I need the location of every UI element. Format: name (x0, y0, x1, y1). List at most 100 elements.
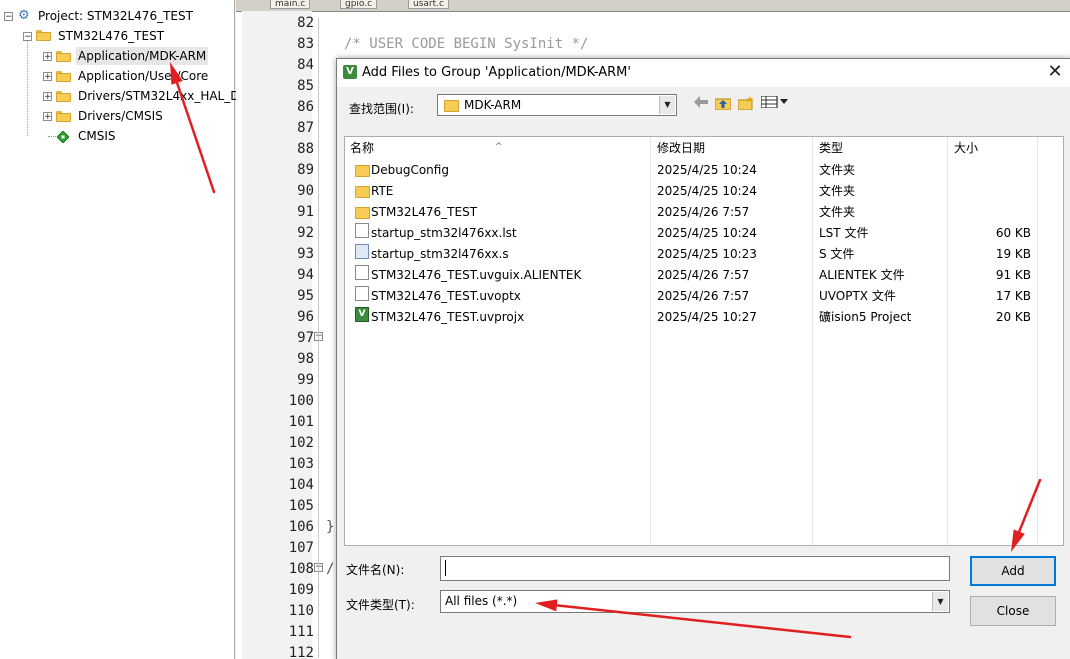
text-caret (445, 560, 446, 576)
file-row[interactable]: STM32L476_TEST.uvguix.ALIENTEK 2025/4/26 … (345, 265, 1063, 286)
file-type: UVOPTX 文件 (819, 289, 896, 303)
folder-icon (56, 51, 71, 62)
file-row[interactable]: RTE 2025/4/25 10:24 文件夹 (345, 181, 1063, 202)
folder-icon (56, 111, 71, 122)
folder-icon (355, 186, 370, 198)
file-row[interactable]: V STM32L476_TEST.uvprojx 2025/4/25 10:27 礦i… (345, 307, 1063, 328)
file-name: STM32L476_TEST.uvprojx (371, 310, 525, 324)
tree-project-label: Project: STM32L476_TEST (38, 9, 193, 23)
line-number: 92 (297, 225, 314, 241)
view-menu-icon[interactable] (760, 95, 790, 112)
close-button[interactable]: Close (970, 596, 1056, 626)
file-type: 文件夹 (819, 184, 856, 198)
file-type: 文件夹 (819, 205, 856, 219)
line-number: 99 (297, 372, 314, 388)
file-name: startup_stm32l476xx.s (371, 247, 509, 261)
tree-target-label: STM32L476_TEST (58, 29, 165, 43)
up-folder-icon[interactable] (714, 96, 732, 112)
line-number: 110 (288, 603, 314, 619)
expand-group-toggle[interactable]: + (43, 52, 52, 62)
file-type: 礦ision5 Project (819, 310, 912, 324)
file-name: STM32L476_TEST.uvguix.ALIENTEK (371, 268, 582, 282)
line-number: 111 (288, 624, 314, 640)
filetype-dropdown[interactable]: All files (*.*) ▼ (440, 590, 950, 613)
column-header-type[interactable]: 类型 (814, 137, 949, 159)
expand-group-toggle[interactable]: + (43, 92, 52, 102)
column-header-date[interactable]: 修改日期 (652, 137, 812, 159)
line-number: 98 (297, 351, 314, 367)
look-in-dropdown[interactable]: MDK-ARM ▼ (437, 94, 677, 116)
line-number: 97 (297, 330, 314, 346)
file-date: 2025/4/26 7:57 (657, 268, 750, 282)
column-header-name[interactable]: 名称 ^ (345, 137, 650, 159)
file-date: 2025/4/25 10:27 (657, 310, 757, 324)
line-number-gutter: 82 83 84 85 86 87 88 89 90 91 92 93 94 95 96 97 98 99 100 1… (242, 11, 314, 659)
collapse-target-toggle[interactable]: − (23, 32, 32, 42)
tree-group-label: Application/User/Core (78, 69, 209, 83)
line-number: 108 (288, 561, 314, 577)
line-number: 105 (288, 498, 314, 514)
project-icon: ⚙ (18, 8, 30, 23)
filename-input[interactable] (440, 556, 950, 581)
file-row[interactable]: DebugConfig 2025/4/25 10:24 文件夹 (345, 160, 1063, 181)
file-row[interactable]: startup_stm32l476xx.s 2025/4/25 10:23 S 文件… (345, 244, 1063, 265)
add-button[interactable]: Add (970, 556, 1056, 586)
line-number: 103 (288, 456, 314, 472)
asm-file-icon (355, 244, 369, 259)
line-number: 84 (297, 57, 314, 73)
file-size: 20 KB (995, 310, 1031, 324)
line-number: 94 (297, 267, 314, 283)
folder-icon (355, 165, 370, 177)
add-files-dialog: V Add Files to Group 'Application/MDK-AR… (336, 58, 1070, 659)
close-icon[interactable]: ✕ (1045, 62, 1065, 82)
file-type: ALIENTEK 文件 (819, 268, 905, 282)
file-date: 2025/4/25 10:24 (657, 184, 757, 198)
editor-tab[interactable]: gpio.c (340, 0, 378, 9)
folder-icon (444, 100, 459, 112)
line-number: 109 (288, 582, 314, 598)
editor-tab-bar: main.c gpio.c usart.c (236, 0, 1070, 12)
file-row[interactable]: STM32L476_TEST 2025/4/26 7:57 文件夹 (345, 202, 1063, 223)
tree-group-label: Drivers/CMSIS (78, 109, 163, 123)
tree-group-label: Drivers/STM32L4xx_HAL_Driv (78, 89, 255, 103)
code-fragment: / (326, 561, 335, 577)
file-name: startup_stm32l476xx.lst (371, 226, 517, 240)
uvision-app-icon: V (343, 65, 357, 79)
collapse-project-toggle[interactable]: − (4, 12, 13, 22)
file-type: 文件夹 (819, 163, 856, 177)
file-date: 2025/4/26 7:57 (657, 289, 750, 303)
file-size: 60 KB (995, 226, 1031, 240)
file-row[interactable]: STM32L476_TEST.uvoptx 2025/4/26 7:57 UVOPT… (345, 286, 1063, 307)
file-name: STM32L476_TEST (371, 205, 478, 219)
line-number: 89 (297, 162, 314, 178)
editor-tab[interactable]: usart.c (408, 0, 449, 9)
line-number: 87 (297, 120, 314, 136)
column-header-size[interactable]: 大小 (949, 137, 1037, 159)
editor-tab[interactable]: main.c (270, 0, 311, 9)
chevron-down-icon[interactable]: ▼ (659, 96, 675, 114)
folder-icon (56, 91, 71, 102)
line-number: 85 (297, 78, 314, 94)
expand-group-toggle[interactable]: + (43, 72, 52, 82)
new-folder-icon[interactable] (737, 96, 755, 112)
expand-group-toggle[interactable]: + (43, 112, 52, 122)
back-icon[interactable] (693, 96, 709, 112)
folder-icon (56, 71, 71, 82)
file-date: 2025/4/25 10:23 (657, 247, 757, 261)
chevron-down-icon[interactable]: ▼ (932, 592, 948, 611)
line-number: 91 (297, 204, 314, 220)
line-number: 100 (288, 393, 314, 409)
line-number: 101 (288, 414, 314, 430)
document-icon (355, 286, 369, 301)
line-number: 90 (297, 183, 314, 199)
line-number: 106 (288, 519, 314, 535)
file-size: 19 KB (995, 247, 1031, 261)
project-tree-panel: − ⚙ Project: STM32L476_TEST − STM32L476_… (0, 0, 255, 659)
file-date: 2025/4/25 10:24 (657, 226, 757, 240)
document-icon (355, 223, 369, 238)
file-name: DebugConfig (371, 163, 449, 177)
screen: − ⚙ Project: STM32L476_TEST − STM32L476_… (0, 0, 1070, 659)
file-list[interactable]: 名称 ^ 修改日期 类型 大小 DebugConfig 2025/4/25 10:… (344, 136, 1064, 546)
file-type: LST 文件 (819, 226, 869, 240)
file-row[interactable]: startup_stm32l476xx.lst 2025/4/25 10:24 LS… (345, 223, 1063, 244)
